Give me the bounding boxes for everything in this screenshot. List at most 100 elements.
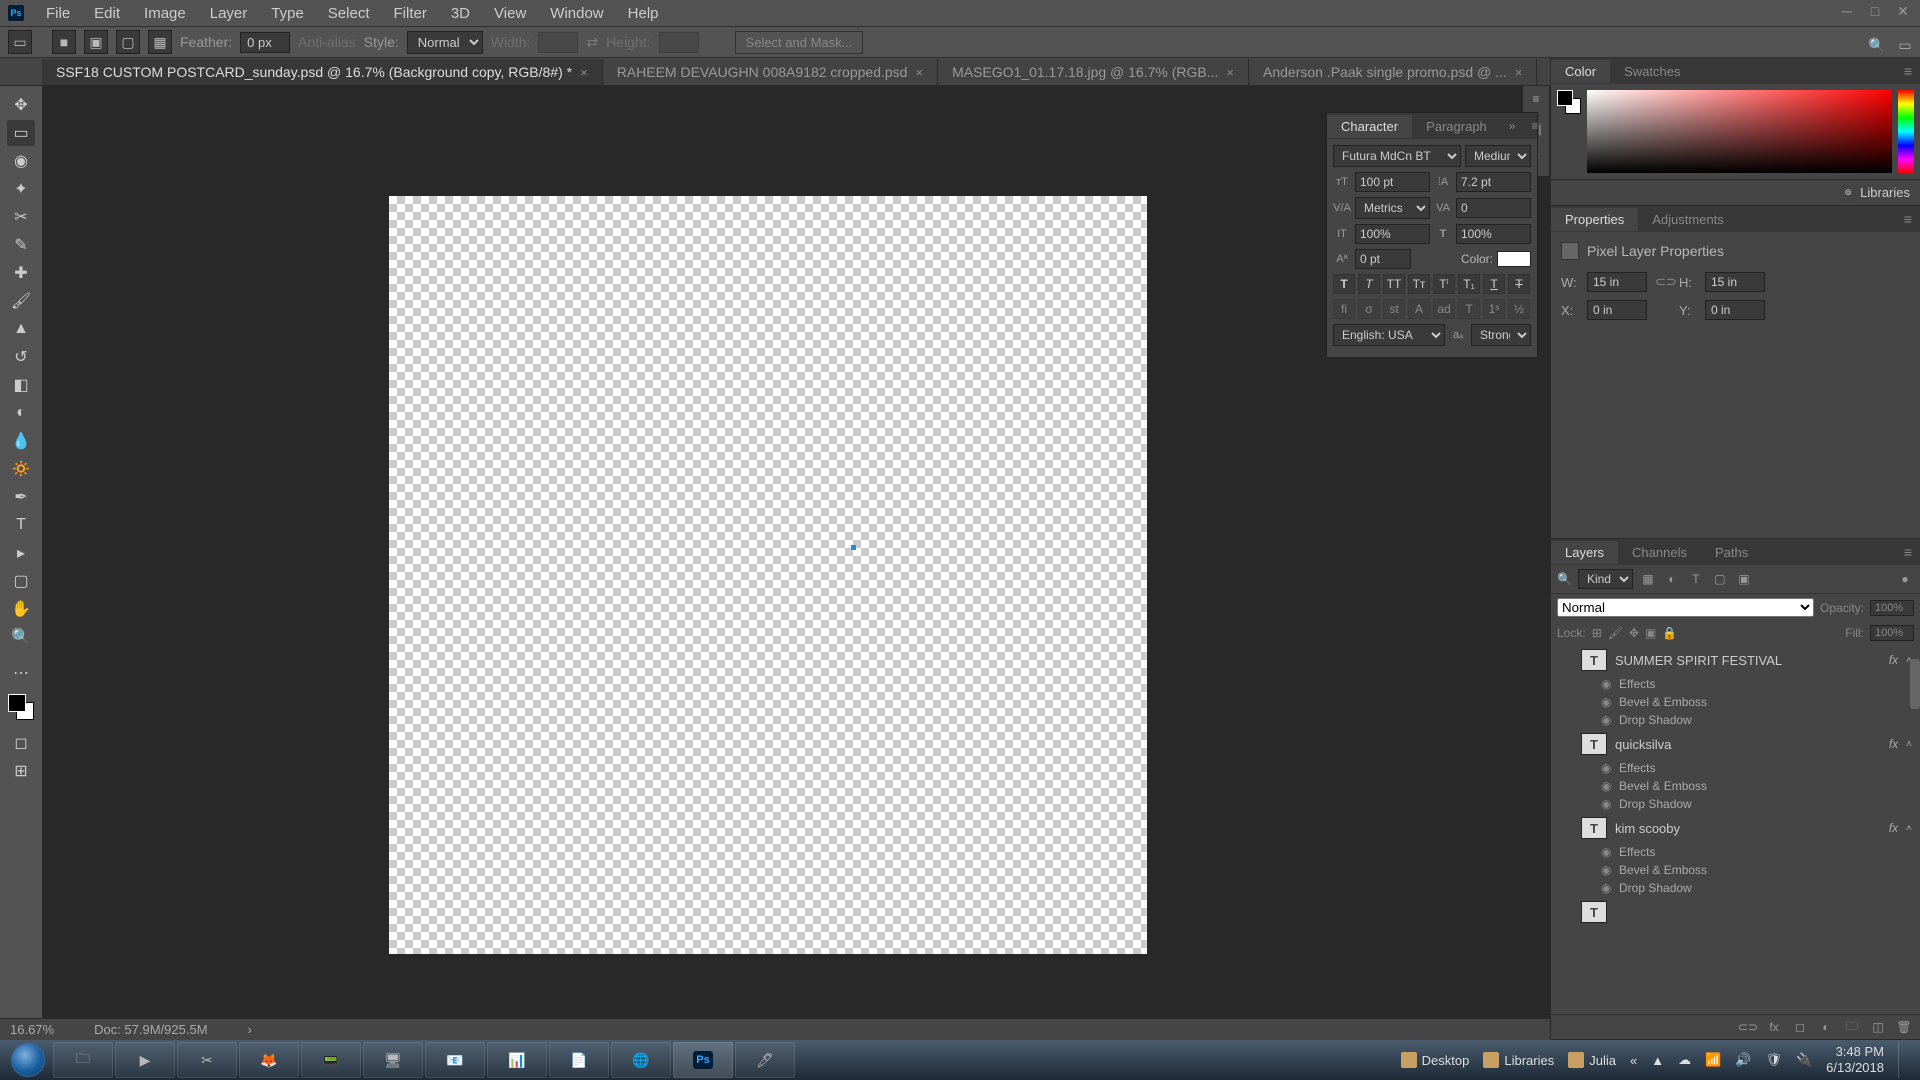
- superscript-button[interactable]: Tⁱ: [1433, 274, 1455, 294]
- layer-effect[interactable]: ◉Effects: [1551, 759, 1920, 777]
- tray-cloud-icon[interactable]: ☁: [1678, 1052, 1691, 1068]
- document-size[interactable]: Doc: 57.9M/925.5M: [94, 1022, 207, 1037]
- layer-effect[interactable]: ◉Bevel & Emboss: [1551, 777, 1920, 795]
- screen-mode-tool-icon[interactable]: ⊞: [7, 758, 35, 784]
- character-tab[interactable]: Character: [1327, 115, 1412, 138]
- tray-hidden-icons[interactable]: ▲: [1651, 1053, 1664, 1068]
- lock-position-icon[interactable]: ✥: [1629, 626, 1639, 640]
- layers-list[interactable]: T SUMMER SPIRIT FESTIVAL fx ˄ ◉Effects ◉…: [1551, 645, 1920, 1014]
- lock-artboard-icon[interactable]: ▣: [1645, 626, 1656, 640]
- start-button[interactable]: [4, 1042, 52, 1078]
- taskbar-paint-icon[interactable]: 🖊: [735, 1042, 795, 1078]
- layer-thumbnail[interactable]: T: [1581, 817, 1607, 839]
- expand-icon[interactable]: ˄: [1906, 823, 1912, 834]
- libraries-tab[interactable]: ⊚ Libraries: [1551, 180, 1920, 206]
- fx-badge[interactable]: fx: [1889, 737, 1898, 751]
- menu-layer[interactable]: Layer: [198, 1, 260, 26]
- layer-name[interactable]: quicksilva: [1615, 737, 1671, 752]
- new-layer-icon[interactable]: ◫: [1870, 1019, 1886, 1035]
- blend-mode-select[interactable]: Normal: [1557, 598, 1814, 617]
- layer-effect[interactable]: ◉Bevel & Emboss: [1551, 693, 1920, 711]
- layer-effect[interactable]: ◉Effects: [1551, 843, 1920, 861]
- menu-view[interactable]: View: [482, 1, 538, 26]
- pen-tool-icon[interactable]: ✒: [7, 484, 35, 510]
- close-icon[interactable]: ×: [1515, 65, 1523, 80]
- effect-visibility-icon[interactable]: ◉: [1601, 713, 1613, 727]
- selection-subtract-icon[interactable]: ▢: [116, 30, 140, 54]
- tray-network-icon[interactable]: 📶: [1705, 1052, 1721, 1068]
- magic-wand-tool-icon[interactable]: ✦: [7, 176, 35, 202]
- filter-kind-select[interactable]: Kind: [1578, 569, 1633, 589]
- brush-tool-icon[interactable]: 🖌: [7, 288, 35, 314]
- close-button[interactable]: ✕: [1890, 2, 1916, 20]
- effect-visibility-icon[interactable]: ◉: [1601, 881, 1613, 895]
- font-size-input[interactable]: [1355, 172, 1430, 192]
- marquee-tool-icon[interactable]: ▭: [7, 120, 35, 146]
- history-panel-icon[interactable]: ≡: [1527, 90, 1545, 108]
- menu-window[interactable]: Window: [538, 1, 615, 26]
- blur-tool-icon[interactable]: 💧: [7, 428, 35, 454]
- taskbar-app-icon[interactable]: 🖥: [363, 1042, 423, 1078]
- allcaps-button[interactable]: TT: [1383, 274, 1405, 294]
- effect-visibility-icon[interactable]: ◉: [1601, 797, 1613, 811]
- tray-volume-icon[interactable]: 🔊: [1735, 1052, 1751, 1068]
- menu-type[interactable]: Type: [259, 1, 316, 26]
- document-canvas[interactable]: [389, 196, 1147, 954]
- tray-expand-icon[interactable]: «: [1630, 1053, 1637, 1068]
- filter-pixel-icon[interactable]: ▦: [1639, 570, 1657, 588]
- layer-effect[interactable]: ◉Drop Shadow: [1551, 795, 1920, 813]
- discretionary-button[interactable]: st: [1383, 299, 1405, 319]
- crop-tool-icon[interactable]: ✂: [7, 204, 35, 230]
- layer-thumbnail[interactable]: T: [1581, 901, 1607, 923]
- filter-adjustment-icon[interactable]: ◐: [1663, 570, 1681, 588]
- rectangle-tool-icon[interactable]: ▢: [7, 568, 35, 594]
- swash-button[interactable]: A: [1408, 299, 1430, 319]
- quick-mask-icon[interactable]: ◻: [7, 730, 35, 756]
- paths-tab[interactable]: Paths: [1701, 541, 1762, 564]
- tray-user[interactable]: Julia: [1568, 1052, 1616, 1068]
- menu-image[interactable]: Image: [132, 1, 198, 26]
- panel-menu-icon[interactable]: ≡: [1896, 544, 1920, 560]
- layer-effect[interactable]: ◉Bevel & Emboss: [1551, 861, 1920, 879]
- feather-input[interactable]: [240, 32, 290, 53]
- leading-input[interactable]: [1456, 172, 1531, 192]
- layer-style-icon[interactable]: fx: [1766, 1019, 1782, 1035]
- path-selection-tool-icon[interactable]: ▸: [7, 540, 35, 566]
- close-icon[interactable]: ×: [915, 65, 923, 80]
- ligatures-button[interactable]: fi: [1333, 299, 1355, 319]
- type-tool-icon[interactable]: T: [7, 512, 35, 538]
- foreground-color-swatch[interactable]: [8, 694, 26, 712]
- menu-edit[interactable]: Edit: [82, 1, 132, 26]
- taskbar-acrobat-icon[interactable]: 📄: [549, 1042, 609, 1078]
- antialias-select[interactable]: Strong: [1471, 324, 1531, 346]
- tracking-input[interactable]: [1456, 198, 1531, 218]
- tray-power-icon[interactable]: 🔌: [1796, 1052, 1812, 1068]
- filter-shape-icon[interactable]: ▢: [1711, 570, 1729, 588]
- lasso-tool-icon[interactable]: ◉: [7, 148, 35, 174]
- tray-clock[interactable]: 3:48 PM 6/13/2018: [1826, 1044, 1884, 1075]
- tab-0[interactable]: SSF18 CUSTOM POSTCARD_sunday.psd @ 16.7%…: [42, 59, 603, 85]
- layer-effect[interactable]: ◉Drop Shadow: [1551, 711, 1920, 729]
- layer-item[interactable]: T quicksilva fx ˄: [1551, 729, 1920, 759]
- effect-visibility-icon[interactable]: ◉: [1601, 863, 1613, 877]
- x-input[interactable]: [1587, 300, 1647, 320]
- layer-name[interactable]: kim scooby: [1615, 821, 1680, 836]
- effect-visibility-icon[interactable]: ◉: [1601, 779, 1613, 793]
- fill-input[interactable]: [1870, 625, 1914, 641]
- layer-thumbnail[interactable]: T: [1581, 649, 1607, 671]
- channels-tab[interactable]: Channels: [1618, 541, 1701, 564]
- layer-item[interactable]: T SUMMER SPIRIT FESTIVAL fx ˄: [1551, 645, 1920, 675]
- bold-button[interactable]: T: [1333, 274, 1355, 294]
- layer-effect[interactable]: ◉Drop Shadow: [1551, 879, 1920, 897]
- layer-mask-icon[interactable]: ◻: [1792, 1019, 1808, 1035]
- tray-libraries[interactable]: Libraries: [1483, 1052, 1554, 1068]
- language-select[interactable]: English: USA: [1333, 324, 1445, 346]
- dodge-tool-icon[interactable]: 🔅: [7, 456, 35, 482]
- subscript-button[interactable]: T₁: [1458, 274, 1480, 294]
- show-desktop-button[interactable]: [1898, 1042, 1908, 1078]
- taskbar-firefox-icon[interactable]: 🦊: [239, 1042, 299, 1078]
- layer-name[interactable]: SUMMER SPIRIT FESTIVAL: [1615, 653, 1782, 668]
- fx-badge[interactable]: fx: [1889, 653, 1898, 667]
- kerning-select[interactable]: Metrics: [1355, 197, 1430, 219]
- taskbar-chrome-icon[interactable]: 🌐: [611, 1042, 671, 1078]
